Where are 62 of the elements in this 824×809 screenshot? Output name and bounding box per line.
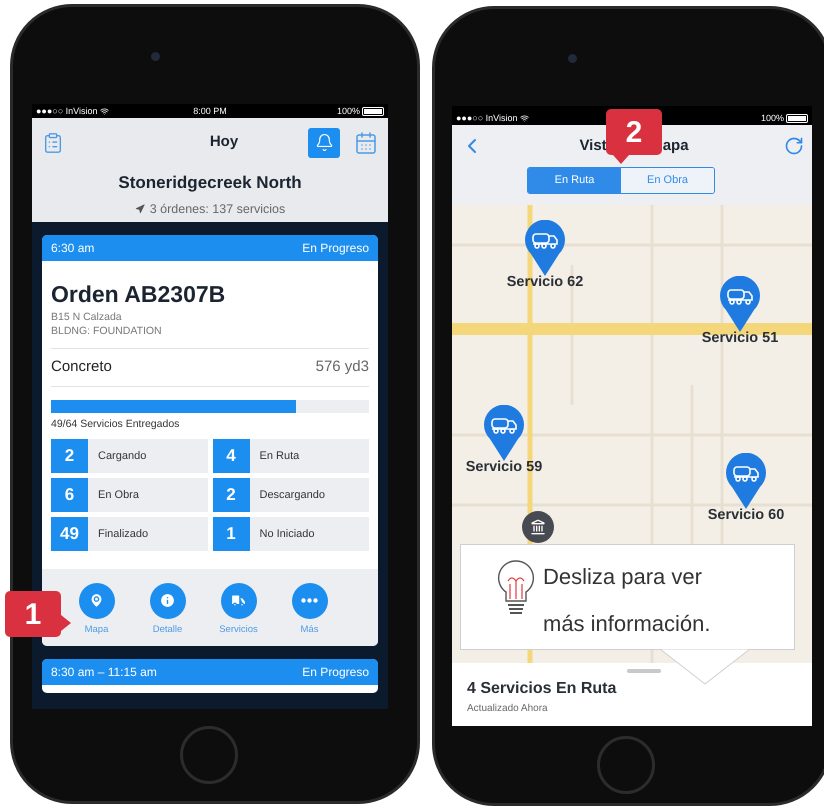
status-label: Cargando (98, 448, 146, 464)
status-count: 49 (51, 516, 88, 551)
pin-label: Servicio 62 (506, 273, 584, 292)
carrier-label: ●●●○○ InVision (36, 106, 98, 116)
map-pin-icon[interactable] (726, 453, 766, 509)
order-title: Orden AB2307B (51, 280, 226, 307)
map-pin-icon[interactable] (720, 276, 760, 332)
wifi-icon (520, 114, 529, 122)
location-arrow-icon (134, 204, 145, 214)
callout-pointer (613, 155, 629, 164)
tip-text: Desliza para ver más información. (543, 563, 712, 638)
pin-label: Servicio 59 (466, 458, 542, 477)
clipboard-icon[interactable] (42, 132, 64, 154)
calendar-icon[interactable] (354, 130, 378, 154)
refresh-icon[interactable] (784, 136, 804, 156)
carrier-label: ●●●○○ InVision (456, 114, 518, 122)
status-count: 2 (51, 438, 88, 473)
screen-title: Vist (579, 136, 607, 156)
order-time: 8:30 am – 11:15 am (51, 664, 157, 681)
landmark-icon (530, 519, 546, 535)
progress-label: 49/64 Servicios Entregados (51, 417, 180, 432)
status-label: Descargando (260, 488, 325, 502)
status-count: 6 (51, 478, 88, 512)
material-label: Concreto (51, 357, 112, 378)
status-count: 1 (212, 516, 250, 551)
map-pin-icon[interactable] (484, 405, 524, 461)
status-count: 2 (212, 478, 250, 512)
segment-tab[interactable]: En Obra (621, 168, 714, 193)
status-label: En Obra (98, 488, 139, 502)
order-status: En Progreso (302, 664, 369, 681)
pin-label: Servicio 60 (708, 506, 784, 525)
map-pin-icon[interactable] (525, 220, 565, 276)
battery-icon (786, 114, 808, 122)
material-quantity: 576 yd3 (316, 357, 369, 378)
sheet-title: 4 Servicios En Ruta (467, 679, 618, 699)
order-time: 6:30 am (51, 240, 94, 257)
more-icon (301, 598, 318, 604)
status-label: En Ruta (260, 448, 300, 464)
battery-percent: 100% (760, 114, 784, 122)
site-summary: 3 órdenes: 137 servicios (150, 200, 286, 218)
status-label: No Iniciado (260, 526, 315, 542)
pin-label: Servicio 51 (702, 329, 778, 348)
callout-pointer (61, 615, 71, 631)
step-callout: 1 (5, 591, 61, 637)
info-icon (159, 592, 176, 610)
clock-time: 8:00 PM (193, 106, 227, 116)
screen-title: apa (662, 136, 689, 156)
battery-icon (362, 106, 384, 116)
order-address: B15 N Calzada (51, 310, 123, 324)
site-name: Stoneridgecreek North (117, 172, 303, 194)
status-count: 4 (212, 438, 250, 473)
status-label: Finalizado (98, 526, 148, 542)
wifi-icon (100, 106, 109, 116)
bell-icon (314, 133, 334, 152)
segment-tab[interactable]: En Ruta (528, 168, 621, 193)
order-status: En Progreso (302, 240, 369, 257)
screen-title: Hoy (210, 132, 238, 152)
order-building: BLDNG: FOUNDATION (51, 324, 369, 349)
battery-percent: 100% (336, 106, 360, 116)
notifications-button[interactable] (308, 128, 340, 158)
step-callout: 2 (606, 109, 662, 155)
sheet-subtitle: Actualizado Ahora (467, 702, 549, 716)
